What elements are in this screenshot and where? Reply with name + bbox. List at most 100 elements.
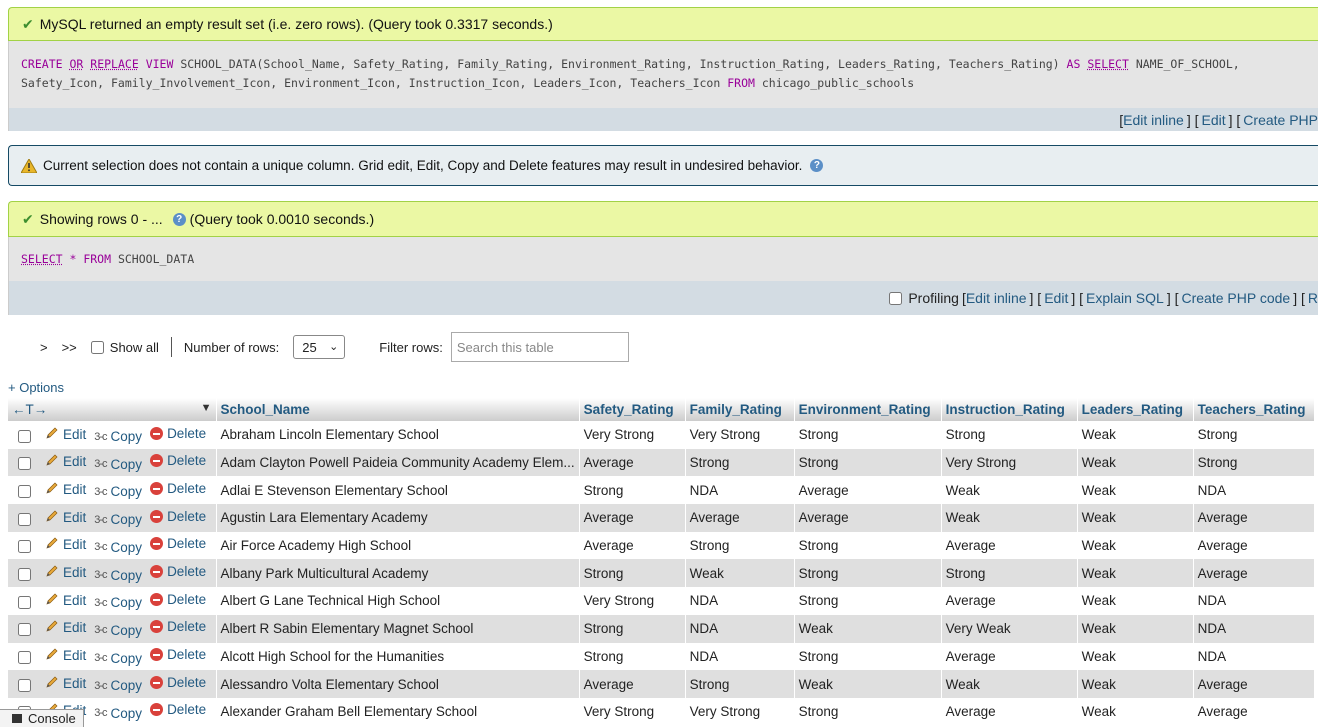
help-icon[interactable]: ? (810, 159, 824, 172)
create-php-link[interactable]: Create PHP (1243, 112, 1318, 128)
edit-inline-link[interactable]: Edit inline (966, 290, 1027, 306)
row-edit-button[interactable]: Edit (45, 536, 86, 553)
column-header-safety-rating[interactable]: Safety_Rating (579, 398, 686, 421)
cell-safety-rating[interactable]: Strong (579, 476, 686, 505)
cell-school-name[interactable]: Alcott High School for the Humanities (216, 642, 580, 671)
row-checkbox[interactable] (18, 595, 31, 609)
row-delete-button[interactable]: Delete (150, 536, 206, 551)
cell-safety-rating[interactable]: Very Strong (579, 587, 686, 615)
row-copy-button[interactable]: 3-c Copy (94, 429, 142, 444)
row-edit-button[interactable]: Edit (45, 426, 86, 443)
cell-safety-rating[interactable]: Strong (579, 642, 686, 671)
last-page-button[interactable]: >> (62, 340, 77, 355)
row-delete-button[interactable]: Delete (150, 564, 206, 579)
cell-school-name[interactable]: Air Force Academy High School (216, 531, 580, 560)
number-of-rows-select[interactable]: 25 ⌄ (293, 335, 346, 359)
cell-environment-rating[interactable]: Strong (794, 531, 942, 560)
row-checkbox[interactable] (18, 429, 31, 443)
cell-environment-rating[interactable]: Strong (794, 448, 942, 477)
profiling-checkbox[interactable] (889, 291, 903, 305)
cell-environment-rating[interactable]: Average (794, 504, 942, 532)
cell-leaders-rating[interactable]: Weak (1077, 504, 1194, 532)
cell-environment-rating[interactable]: Strong (794, 642, 942, 671)
cell-environment-rating[interactable]: Strong (794, 587, 942, 615)
row-copy-button[interactable]: 3-c Copy (94, 512, 142, 527)
cell-leaders-rating[interactable]: Weak (1077, 697, 1194, 726)
cell-teachers-rating[interactable]: NDA (1193, 642, 1315, 671)
cell-family-rating[interactable]: NDA (685, 614, 795, 643)
row-copy-button[interactable]: 3-c Copy (94, 623, 142, 638)
cell-teachers-rating[interactable]: Average (1193, 559, 1315, 588)
cell-instruction-rating[interactable]: Average (941, 531, 1078, 560)
row-checkbox[interactable] (18, 540, 31, 554)
sql-keyword[interactable]: SELECT (21, 252, 63, 266)
show-all-checkbox[interactable] (90, 340, 104, 354)
cell-teachers-rating[interactable]: Strong (1193, 448, 1315, 477)
cell-safety-rating[interactable]: Strong (579, 614, 686, 643)
row-checkbox[interactable] (18, 484, 31, 498)
row-copy-button[interactable]: 3-c Copy (94, 595, 142, 610)
cell-teachers-rating[interactable]: NDA (1193, 476, 1315, 505)
cell-safety-rating[interactable]: Average (579, 670, 686, 698)
cell-instruction-rating[interactable]: Weak (941, 476, 1078, 505)
cell-safety-rating[interactable]: Very Strong (579, 421, 686, 449)
cell-leaders-rating[interactable]: Weak (1077, 421, 1194, 449)
cell-family-rating[interactable]: NDA (685, 587, 795, 615)
cell-leaders-rating[interactable]: Weak (1077, 531, 1194, 560)
edit-inline-link[interactable]: Edit inline (1123, 112, 1184, 128)
row-delete-button[interactable]: Delete (150, 453, 206, 468)
cell-teachers-rating[interactable]: Average (1193, 531, 1315, 560)
cell-teachers-rating[interactable]: Average (1193, 670, 1315, 698)
row-delete-button[interactable]: Delete (150, 702, 206, 717)
cell-school-name[interactable]: Adam Clayton Powell Paideia Community Ac… (216, 448, 580, 477)
row-checkbox[interactable] (18, 567, 31, 581)
sort-triangle-icon[interactable]: ▼ (201, 402, 212, 414)
row-checkbox[interactable] (18, 457, 31, 471)
cell-teachers-rating[interactable]: Average (1193, 697, 1315, 726)
row-delete-button[interactable]: Delete (150, 619, 206, 634)
cell-environment-rating[interactable]: Strong (794, 697, 942, 726)
cell-family-rating[interactable]: Very Strong (685, 421, 795, 449)
row-copy-button[interactable]: 3-c Copy (94, 484, 142, 499)
column-header-family-rating[interactable]: Family_Rating (685, 398, 795, 421)
row-delete-button[interactable]: Delete (150, 592, 206, 607)
column-header-instruction-rating[interactable]: Instruction_Rating (941, 398, 1078, 421)
row-copy-button[interactable]: 3-c Copy (94, 678, 142, 693)
cell-family-rating[interactable]: Strong (685, 448, 795, 477)
row-checkbox[interactable] (18, 651, 31, 665)
cell-leaders-rating[interactable]: Weak (1077, 476, 1194, 505)
cell-school-name[interactable]: Albert G Lane Technical High School (216, 587, 580, 615)
cell-leaders-rating[interactable]: Weak (1077, 614, 1194, 643)
column-arrows[interactable]: ←T→ (12, 402, 47, 417)
cell-environment-rating[interactable]: Average (794, 476, 942, 505)
cell-leaders-rating[interactable]: Weak (1077, 670, 1194, 698)
cell-instruction-rating[interactable]: Strong (941, 421, 1078, 449)
cell-family-rating[interactable]: Strong (685, 670, 795, 698)
cell-instruction-rating[interactable]: Average (941, 697, 1078, 726)
row-edit-button[interactable]: Edit (45, 564, 86, 581)
cell-school-name[interactable]: Adlai E Stevenson Elementary School (216, 476, 580, 505)
cell-instruction-rating[interactable]: Strong (941, 559, 1078, 588)
cell-instruction-rating[interactable]: Average (941, 587, 1078, 615)
cell-safety-rating[interactable]: Average (579, 448, 686, 477)
cell-environment-rating[interactable]: Weak (794, 614, 942, 643)
cell-teachers-rating[interactable]: NDA (1193, 587, 1315, 615)
row-copy-button[interactable]: 3-c Copy (94, 568, 142, 583)
row-delete-button[interactable]: Delete (150, 509, 206, 524)
sql-keyword[interactable]: SELECT (1087, 57, 1129, 71)
cell-school-name[interactable]: Alessandro Volta Elementary School (216, 670, 580, 698)
cell-school-name[interactable]: Albany Park Multicultural Academy (216, 559, 580, 588)
cell-environment-rating[interactable]: Strong (794, 559, 942, 588)
cell-leaders-rating[interactable]: Weak (1077, 587, 1194, 615)
edit-link[interactable]: Edit (1202, 112, 1226, 128)
cell-family-rating[interactable]: Weak (685, 559, 795, 588)
row-checkbox[interactable] (18, 512, 31, 526)
console-toggle[interactable]: Console (0, 709, 84, 727)
cell-leaders-rating[interactable]: Weak (1077, 448, 1194, 477)
filter-rows-input[interactable]: Search this table (450, 332, 629, 362)
refresh-link[interactable]: R (1308, 290, 1318, 306)
cell-safety-rating[interactable]: Very Strong (579, 697, 686, 726)
cell-environment-rating[interactable]: Weak (794, 670, 942, 698)
row-edit-button[interactable]: Edit (45, 619, 86, 636)
cell-instruction-rating[interactable]: Very Weak (941, 614, 1078, 643)
